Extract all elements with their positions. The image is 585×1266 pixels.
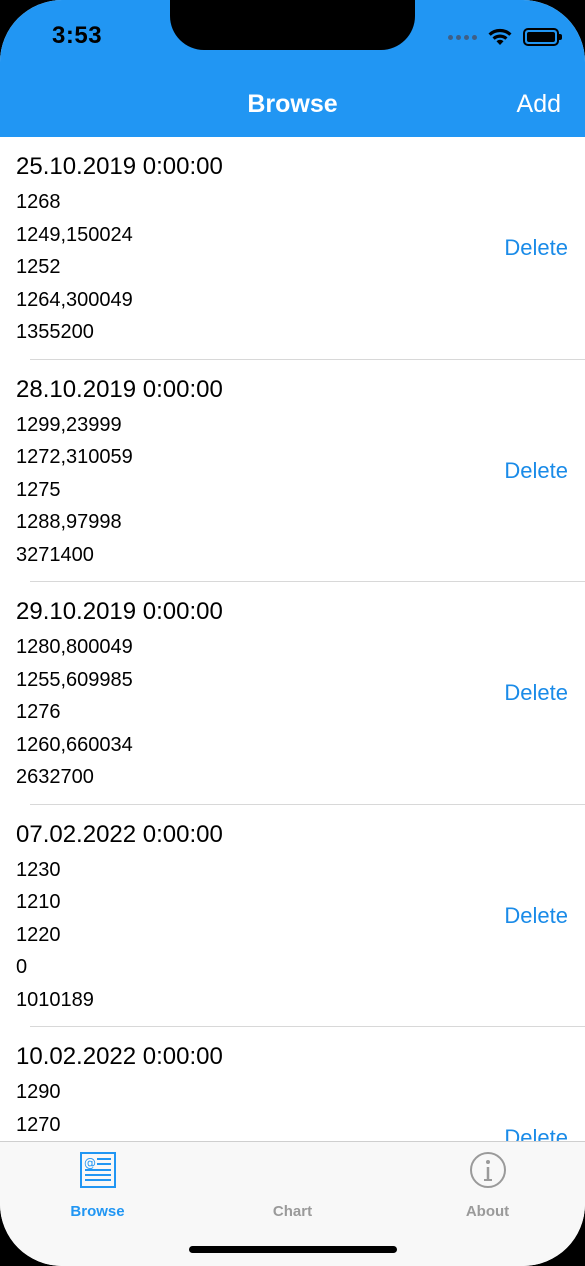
chart-icon bbox=[195, 1150, 390, 1190]
record-date: 28.10.2019 0:00:00 bbox=[16, 375, 223, 403]
list-item: 07.02.2022 0:00:00 1230 1210 1220 0 1010… bbox=[0, 805, 585, 1027]
nav-title: Browse bbox=[247, 90, 338, 118]
record-value: 1210 bbox=[16, 891, 61, 913]
tab-browse[interactable]: @ Browse bbox=[0, 1150, 195, 1220]
tab-label: Chart bbox=[272, 1203, 313, 1220]
delete-button[interactable]: Delete bbox=[504, 458, 568, 484]
add-button[interactable]: Add bbox=[517, 90, 561, 119]
record-date: 10.02.2022 0:00:00 bbox=[16, 1043, 223, 1070]
record-value: 1260,660034 bbox=[16, 733, 133, 756]
list-item: 29.10.2019 0:00:00 1280,800049 1255,6099… bbox=[0, 582, 585, 805]
cellular-signal-icon bbox=[448, 34, 477, 40]
delete-button[interactable]: Delete bbox=[504, 1125, 568, 1141]
info-icon bbox=[469, 1152, 506, 1188]
record-value: 2632700 bbox=[16, 766, 94, 788]
record-value: 1299,23999 bbox=[16, 413, 122, 436]
record-value: 1275 bbox=[16, 478, 61, 501]
wifi-icon bbox=[488, 28, 512, 45]
record-date: 25.10.2019 0:00:00 bbox=[16, 153, 223, 180]
record-value: 1288,97998 bbox=[16, 511, 122, 533]
tab-chart[interactable]: Chart bbox=[195, 1150, 390, 1220]
phone-screen: 3:53 Browse Add 25.10.2019 0:00:00 1268 … bbox=[0, 0, 585, 1266]
app-header: 3:53 Browse Add bbox=[0, 0, 585, 137]
delete-button[interactable]: Delete bbox=[504, 680, 568, 706]
record-value: 3271400 bbox=[16, 543, 94, 566]
record-value: 1280,800049 bbox=[16, 636, 133, 658]
record-date: 07.02.2022 0:00:00 bbox=[16, 820, 223, 848]
list-item: 10.02.2022 0:00:00 1290 1270 Delete bbox=[0, 1027, 585, 1141]
record-value: 1264,300049 bbox=[16, 288, 133, 311]
home-indicator bbox=[189, 1246, 397, 1253]
status-icons bbox=[448, 24, 562, 50]
delete-button[interactable]: Delete bbox=[504, 903, 568, 929]
record-value: 1268 bbox=[16, 191, 61, 213]
delete-button[interactable]: Delete bbox=[504, 235, 568, 261]
device-notch bbox=[170, 0, 415, 50]
status-time: 3:53 bbox=[52, 22, 103, 49]
svg-text:@: @ bbox=[84, 1156, 96, 1170]
record-value: 1270 bbox=[16, 1113, 61, 1136]
records-list[interactable]: 25.10.2019 0:00:00 1268 1249,150024 1252… bbox=[0, 137, 585, 1141]
battery-icon bbox=[523, 28, 562, 46]
record-value: 1230 bbox=[16, 858, 61, 881]
tab-label: About bbox=[465, 1203, 510, 1220]
record-value: 1255,609985 bbox=[16, 668, 133, 691]
record-value: 1290 bbox=[16, 1081, 61, 1103]
record-value: 1276 bbox=[16, 701, 61, 723]
list-item: 28.10.2019 0:00:00 1299,23999 1272,31005… bbox=[0, 360, 585, 582]
record-value: 1355200 bbox=[16, 321, 94, 343]
record-value: 1252 bbox=[16, 256, 61, 278]
tab-about[interactable]: About bbox=[390, 1150, 585, 1220]
record-value: 1249,150024 bbox=[16, 223, 133, 246]
tab-label: Browse bbox=[70, 1203, 125, 1220]
record-value: 1220 bbox=[16, 923, 61, 946]
record-value: 1010189 bbox=[16, 988, 94, 1011]
list-item: 25.10.2019 0:00:00 1268 1249,150024 1252… bbox=[0, 137, 585, 360]
browse-icon: @ bbox=[79, 1152, 116, 1188]
record-value: 0 bbox=[16, 956, 28, 978]
record-value: 1272,310059 bbox=[16, 446, 133, 468]
record-date: 29.10.2019 0:00:00 bbox=[16, 598, 223, 625]
